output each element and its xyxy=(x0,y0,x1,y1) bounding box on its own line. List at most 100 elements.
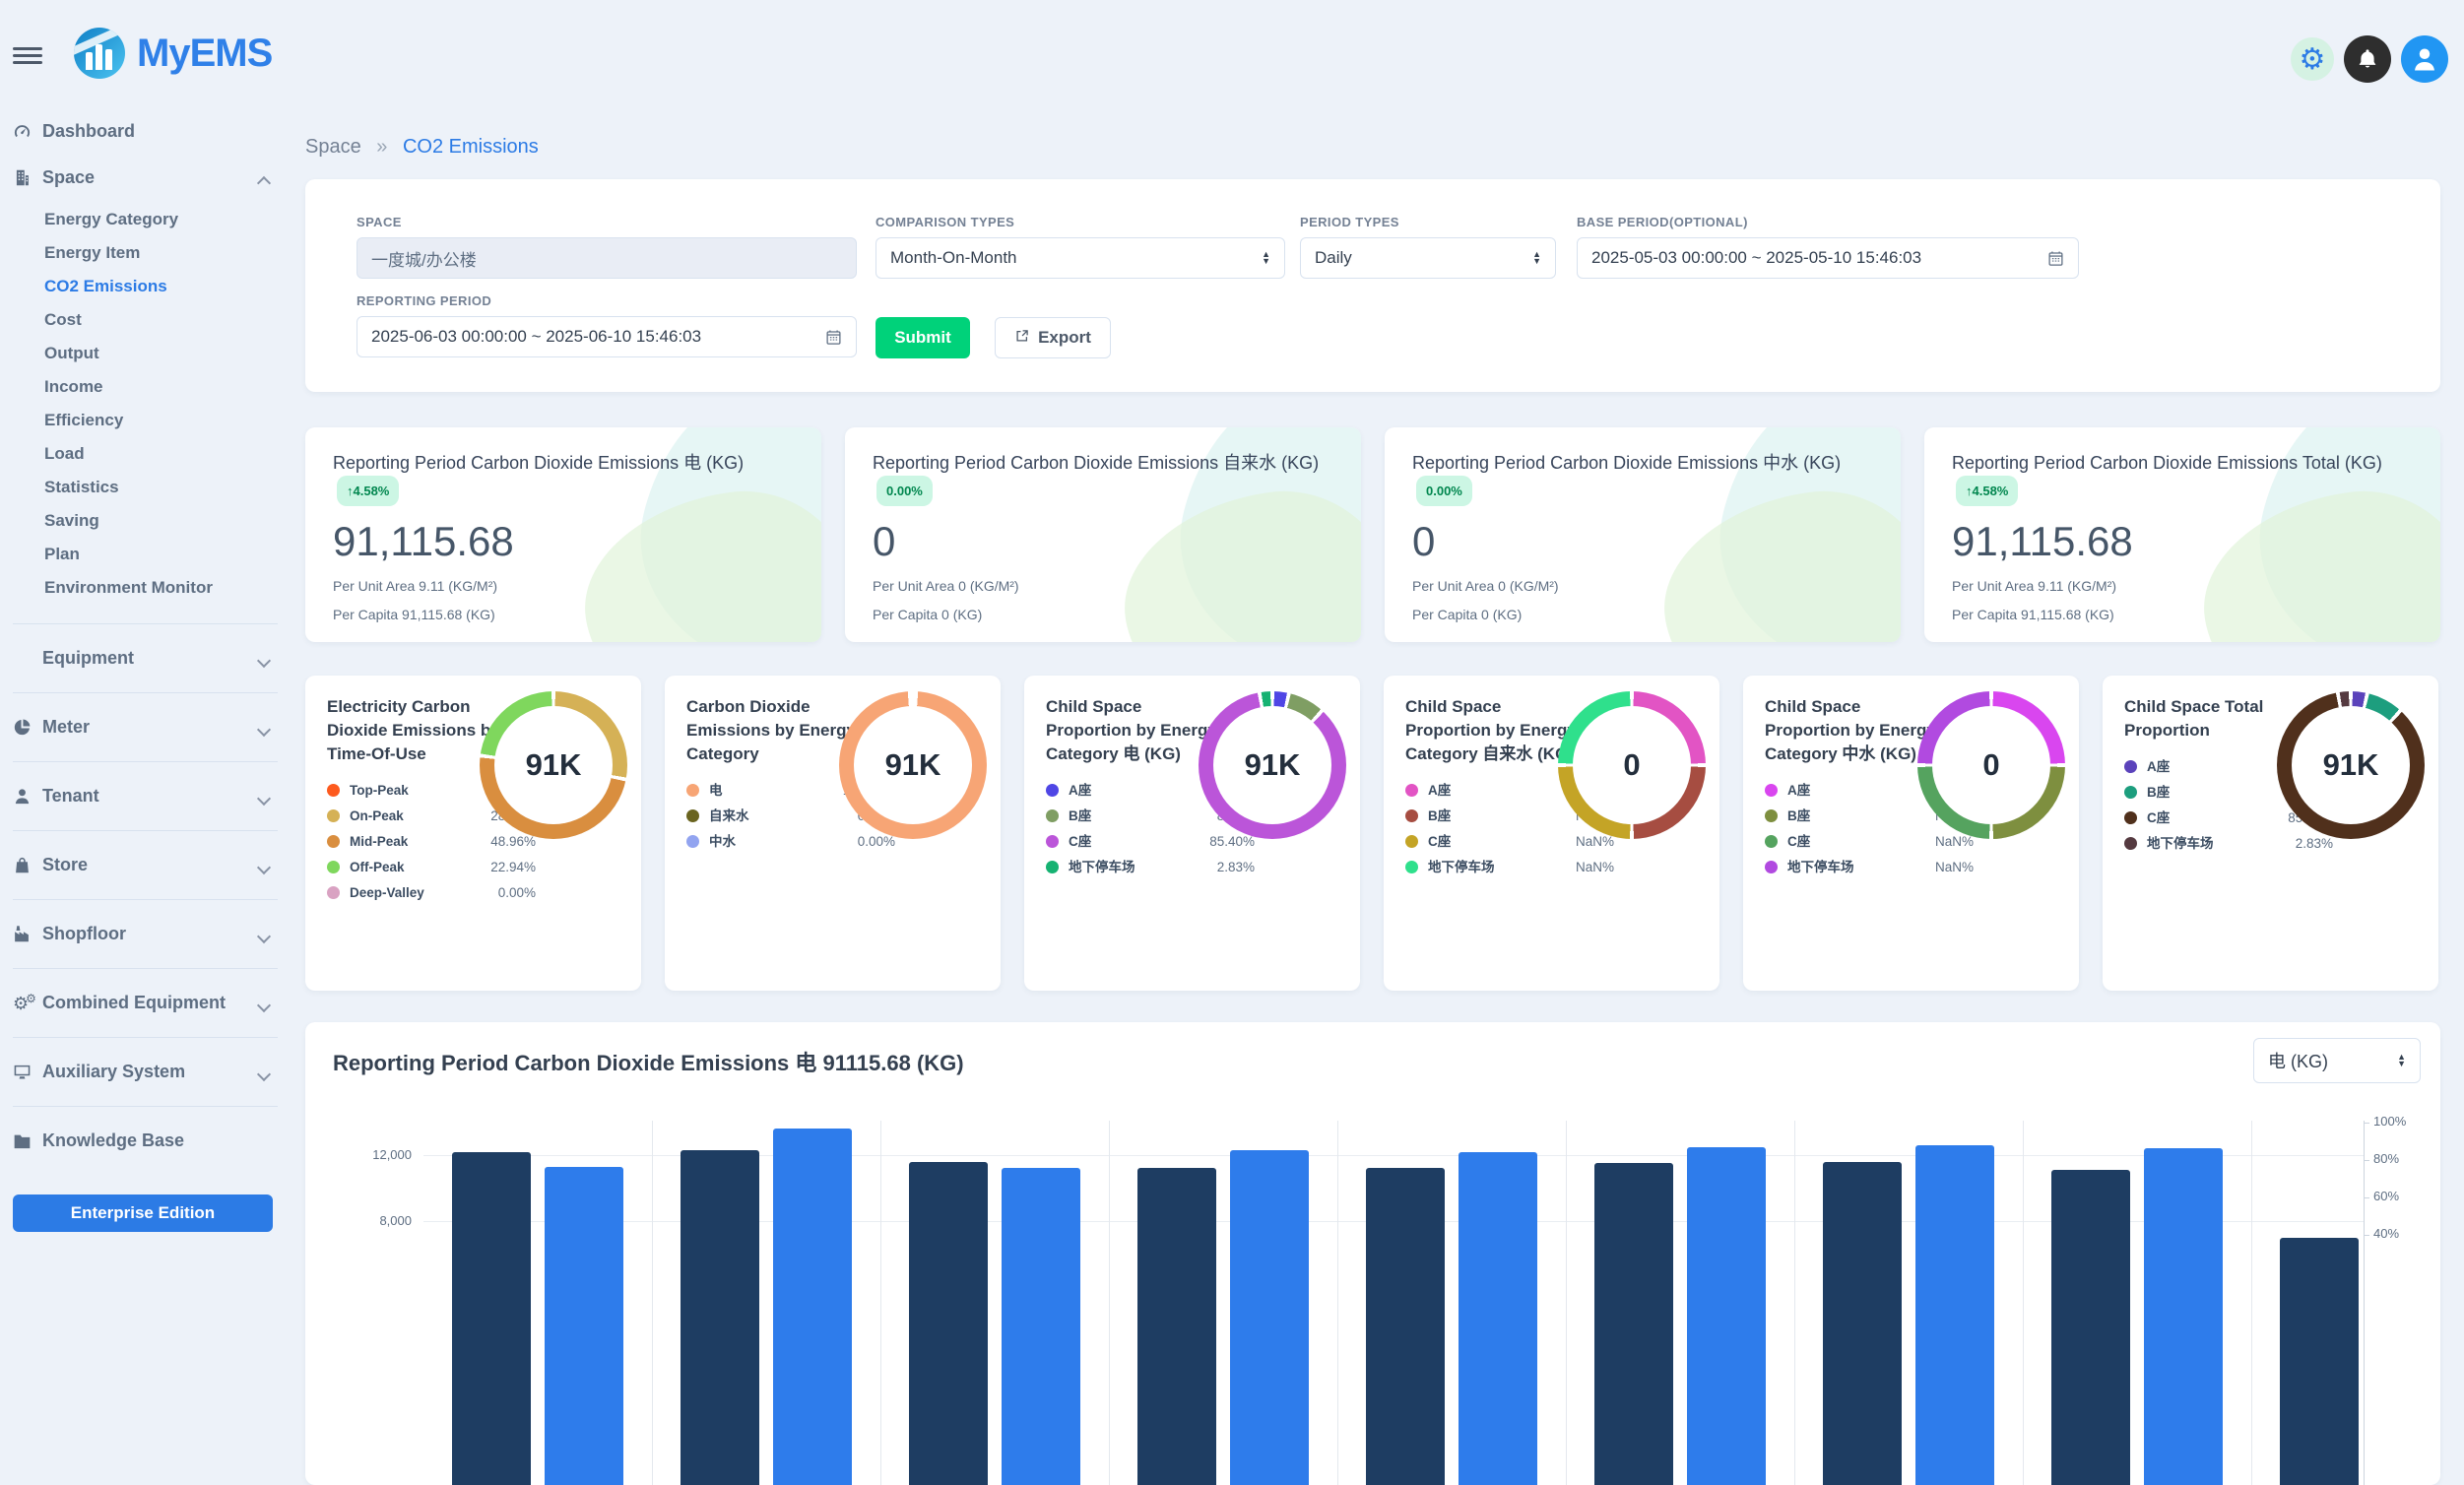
monitor-icon xyxy=(13,1063,42,1081)
sidebar-item-label: Auxiliary System xyxy=(42,1062,185,1082)
sidebar-subitem-load[interactable]: Load xyxy=(44,437,291,471)
stat-card-per-unit-area: Per Unit Area 0 (KG/M²) xyxy=(873,578,1333,594)
sidebar-item-label: Store xyxy=(42,855,88,875)
legend-item[interactable]: C座NaN% xyxy=(1765,833,1974,850)
period-types-select[interactable]: Daily ▲▼ xyxy=(1300,237,1556,279)
stat-card-value: 0 xyxy=(873,518,1333,565)
stat-card-per-unit-area: Per Unit Area 9.11 (KG/M²) xyxy=(1952,578,2413,594)
sidebar-subitem-energy-category[interactable]: Energy Category xyxy=(44,203,291,236)
donut-center-value: 91K xyxy=(854,706,972,824)
v-gridline xyxy=(1337,1121,1338,1485)
donut-card-0: Electricity Carbon Dioxide Emissions by … xyxy=(305,676,641,991)
bar-group2-series1 xyxy=(681,1150,759,1485)
donut-card-2: Child Space Proportion by Energy Categor… xyxy=(1024,676,1360,991)
chart-energy-select[interactable]: 电 (KG) ▲▼ xyxy=(2253,1038,2421,1083)
filter-panel: SPACE 一度城/办公楼 COMPARISON TYPES Month-On-… xyxy=(305,179,2440,392)
breadcrumb-parent[interactable]: Space xyxy=(305,136,361,158)
legend-label: B座 xyxy=(1787,807,1810,824)
chevron-down-icon xyxy=(259,792,269,802)
stat-card-title: Reporting Period Carbon Dioxide Emission… xyxy=(1412,451,1873,506)
space-input[interactable]: 一度城/办公楼 xyxy=(357,237,857,279)
base-period-label: BASE PERIOD(OPTIONAL) xyxy=(1577,215,2079,229)
sidebar-item-store[interactable]: Store xyxy=(13,842,291,888)
app-logo[interactable]: MyEMS xyxy=(74,28,272,79)
notifications-bell-icon[interactable] xyxy=(2344,35,2391,83)
sidebar-subitem-energy-item[interactable]: Energy Item xyxy=(44,236,291,270)
sidebar-item-meter[interactable]: Meter xyxy=(13,704,291,750)
legend-item[interactable]: 地下停车场2.83% xyxy=(1046,859,1255,875)
legend-item[interactable]: Deep-Valley0.00% xyxy=(327,884,536,901)
right-axis-tick xyxy=(2364,1160,2369,1161)
sidebar-subitem-output[interactable]: Output xyxy=(44,337,291,370)
period-types-label: PERIOD TYPES xyxy=(1300,215,1556,229)
export-button[interactable]: Export xyxy=(995,317,1111,358)
building-icon xyxy=(13,168,42,187)
legend-dot xyxy=(1046,835,1059,848)
settings-gear-icon[interactable]: ⚙ xyxy=(2291,37,2334,81)
legend-value: 2.83% xyxy=(1217,860,1255,874)
sidebar-item-equipment[interactable]: Equipment xyxy=(13,635,291,681)
sidebar-subitem-saving[interactable]: Saving xyxy=(44,504,291,538)
sidebar-item-auxiliary-system[interactable]: Auxiliary System xyxy=(13,1049,291,1095)
sidebar-subitem-cost[interactable]: Cost xyxy=(44,303,291,337)
y-axis-tick-8000: 8,000 xyxy=(328,1213,412,1228)
sidebar-subitem-environment-monitor[interactable]: Environment Monitor xyxy=(44,571,291,605)
comparison-types-select[interactable]: Month-On-Month ▲▼ xyxy=(875,237,1285,279)
sidebar-subitem-statistics[interactable]: Statistics xyxy=(44,471,291,504)
legend-item[interactable]: 地下停车场2.83% xyxy=(2124,835,2333,852)
right-axis-tick xyxy=(2364,1123,2369,1124)
legend-label: Mid-Peak xyxy=(350,833,408,850)
legend-label: C座 xyxy=(1428,833,1451,850)
right-axis-tick xyxy=(2364,1235,2369,1236)
user-avatar[interactable] xyxy=(2401,35,2448,83)
bag-icon xyxy=(13,856,42,874)
space-label: SPACE xyxy=(357,215,857,229)
reporting-period-input[interactable]: 2025-06-03 00:00:00 ~ 2025-06-10 15:46:0… xyxy=(357,316,857,357)
legend-label: Off-Peak xyxy=(350,859,405,875)
enterprise-edition-button[interactable]: Enterprise Edition xyxy=(13,1194,273,1232)
legend-item[interactable]: Off-Peak22.94% xyxy=(327,859,536,875)
legend-dot xyxy=(2124,811,2137,824)
legend-label: B座 xyxy=(2147,784,2170,801)
donut-card-1: Carbon Dioxide Emissions by Energy Categ… xyxy=(665,676,1001,991)
sidebar-item-dashboard[interactable]: Dashboard xyxy=(13,108,291,155)
folder-icon xyxy=(13,1131,42,1150)
legend-item[interactable]: 地下停车场NaN% xyxy=(1405,859,1614,875)
y-axis-tick-12000: 12,000 xyxy=(328,1147,412,1162)
sidebar-subitem-income[interactable]: Income xyxy=(44,370,291,404)
sidebar-subitem-plan[interactable]: Plan xyxy=(44,538,291,571)
sidebar-item-shopfloor[interactable]: Shopfloor xyxy=(13,911,291,957)
sidebar-item-space[interactable]: Space xyxy=(13,155,291,201)
select-arrows-icon: ▲▼ xyxy=(2397,1054,2406,1067)
legend-dot xyxy=(686,835,699,848)
export-icon xyxy=(1014,328,1030,349)
logo-text: MyEMS xyxy=(137,32,272,76)
bar-chart-plot xyxy=(423,1121,2364,1485)
legend-item[interactable]: Mid-Peak48.96% xyxy=(327,833,536,850)
sidebar: DashboardSpaceEnergy CategoryEnergy Item… xyxy=(0,98,291,1256)
legend-dot xyxy=(686,784,699,797)
base-period-input[interactable]: 2025-05-03 00:00:00 ~ 2025-05-10 15:46:0… xyxy=(1577,237,2079,279)
hamburger-menu-icon[interactable] xyxy=(13,47,42,64)
sidebar-subitem-co2-emissions[interactable]: CO2 Emissions xyxy=(44,270,291,303)
sidebar-item-tenant[interactable]: Tenant xyxy=(13,773,291,819)
bar-group6-series1 xyxy=(1594,1163,1673,1485)
stat-card-title: Reporting Period Carbon Dioxide Emission… xyxy=(873,451,1333,506)
bar-group4-series2 xyxy=(1230,1150,1309,1485)
stat-card-per-unit-area: Per Unit Area 0 (KG/M²) xyxy=(1412,578,1873,594)
emissions-bar-chart-card: Reporting Period Carbon Dioxide Emission… xyxy=(305,1022,2440,1485)
sidebar-item-combined-equipment[interactable]: ⚙⚙Combined Equipment xyxy=(13,980,291,1026)
sidebar-subitem-efficiency[interactable]: Efficiency xyxy=(44,404,291,437)
legend-item[interactable]: 地下停车场NaN% xyxy=(1765,859,1974,875)
pie-icon xyxy=(13,718,42,737)
right-axis xyxy=(2364,1121,2365,1485)
legend-item[interactable]: C座NaN% xyxy=(1405,833,1614,850)
legend-item[interactable]: C座85.40% xyxy=(1046,833,1255,850)
stat-card-title: Reporting Period Carbon Dioxide Emission… xyxy=(333,451,794,506)
sidebar-item-label: Meter xyxy=(42,717,90,738)
comparison-types-label: COMPARISON TYPES xyxy=(875,215,1285,229)
legend-item[interactable]: 中水0.00% xyxy=(686,833,895,850)
sidebar-item-knowledge-base[interactable]: Knowledge Base xyxy=(13,1118,291,1164)
sidebar-divider xyxy=(13,1106,278,1107)
submit-button[interactable]: Submit xyxy=(875,317,970,358)
